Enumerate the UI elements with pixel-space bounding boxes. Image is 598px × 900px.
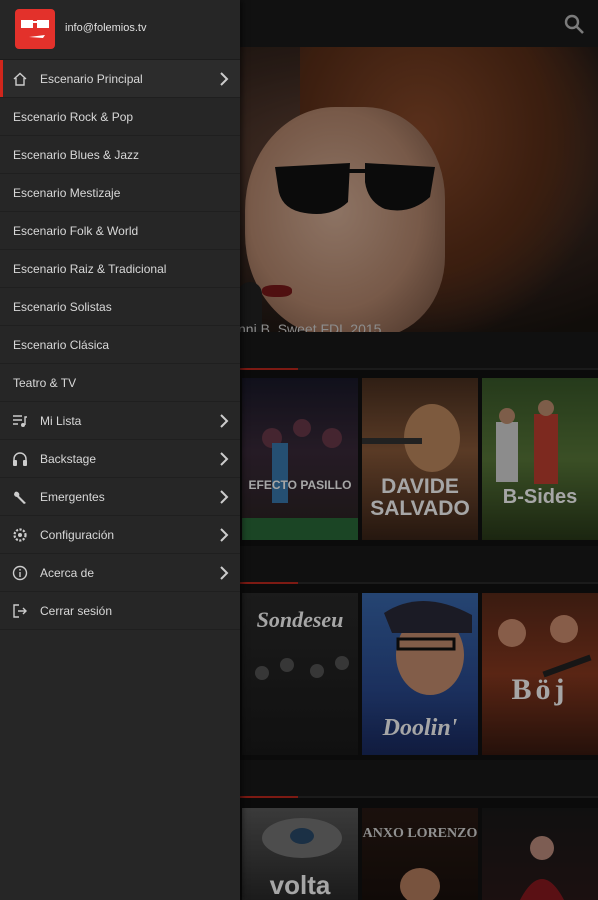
menu-item-label: Acerca de	[40, 565, 95, 580]
menu-item-label: Teatro & TV	[13, 375, 77, 390]
logo-face-icon	[21, 20, 49, 38]
menu-item-cerrar-sesion[interactable]: Cerrar sesión	[0, 592, 240, 630]
menu-item-escenario-mestizaje[interactable]: Escenario Mestizaje	[0, 174, 240, 212]
user-email: info@folemios.tv	[65, 22, 147, 34]
menu-item-escenario-folk-world[interactable]: Escenario Folk & World	[0, 212, 240, 250]
chevron-right-icon	[220, 528, 229, 542]
menu-item-label: Escenario Clásica	[13, 337, 110, 352]
menu-item-label: Configuración	[40, 527, 115, 542]
chevron-right-icon	[220, 414, 229, 428]
menu-item-teatro-tv[interactable]: Teatro & TV	[0, 364, 240, 402]
headphones-icon	[13, 452, 27, 466]
wrench-icon	[14, 491, 26, 504]
menu-item-emergentes[interactable]: Emergentes	[0, 478, 240, 516]
menu-item-configuracion[interactable]: Configuración	[0, 516, 240, 554]
menu-item-escenario-raiz-tradicional[interactable]: Escenario Raiz & Tradicional	[0, 250, 240, 288]
home-icon	[13, 72, 27, 86]
logout-icon	[13, 604, 27, 618]
navigation-drawer: info@folemios.tv Escenario Principal Esc…	[0, 0, 240, 900]
menu-item-label: Escenario Blues & Jazz	[13, 147, 140, 162]
menu-item-label: Escenario Principal	[40, 71, 143, 86]
menu-item-label: Emergentes	[40, 489, 105, 504]
settings-icon	[13, 528, 27, 542]
info-icon	[12, 565, 28, 581]
playlist-icon	[13, 415, 27, 427]
chevron-right-icon	[220, 566, 229, 580]
menu-item-label: Escenario Folk & World	[13, 223, 139, 238]
menu-item-label: Cerrar sesión	[40, 603, 113, 618]
menu-item-backstage[interactable]: Backstage	[0, 440, 240, 478]
menu-item-label: Escenario Mestizaje	[13, 185, 121, 200]
menu-item-escenario-clasica[interactable]: Escenario Clásica	[0, 326, 240, 364]
chevron-right-icon	[220, 72, 229, 86]
menu-item-label: Escenario Raiz & Tradicional	[13, 261, 167, 276]
menu-item-label: Backstage	[40, 451, 97, 466]
menu-item-escenario-blues-jazz[interactable]: Escenario Blues & Jazz	[0, 136, 240, 174]
app-root: nni B. Sweet FDL 2015 EFECTO PASILLO DAV…	[0, 0, 598, 900]
menu-item-escenario-solistas[interactable]: Escenario Solistas	[0, 288, 240, 326]
menu-item-mi-lista[interactable]: Mi Lista	[0, 402, 240, 440]
menu-item-escenario-principal[interactable]: Escenario Principal	[0, 60, 240, 98]
menu-item-acerca-de[interactable]: Acerca de	[0, 554, 240, 592]
chevron-right-icon	[220, 490, 229, 504]
menu-item-label: Escenario Solistas	[13, 299, 112, 314]
menu-item-label: Escenario Rock & Pop	[13, 109, 134, 124]
menu-item-escenario-rock-pop[interactable]: Escenario Rock & Pop	[0, 98, 240, 136]
chevron-right-icon	[220, 452, 229, 466]
menu-item-label: Mi Lista	[40, 413, 82, 428]
drawer-header: info@folemios.tv	[0, 0, 240, 60]
app-logo	[15, 9, 55, 49]
